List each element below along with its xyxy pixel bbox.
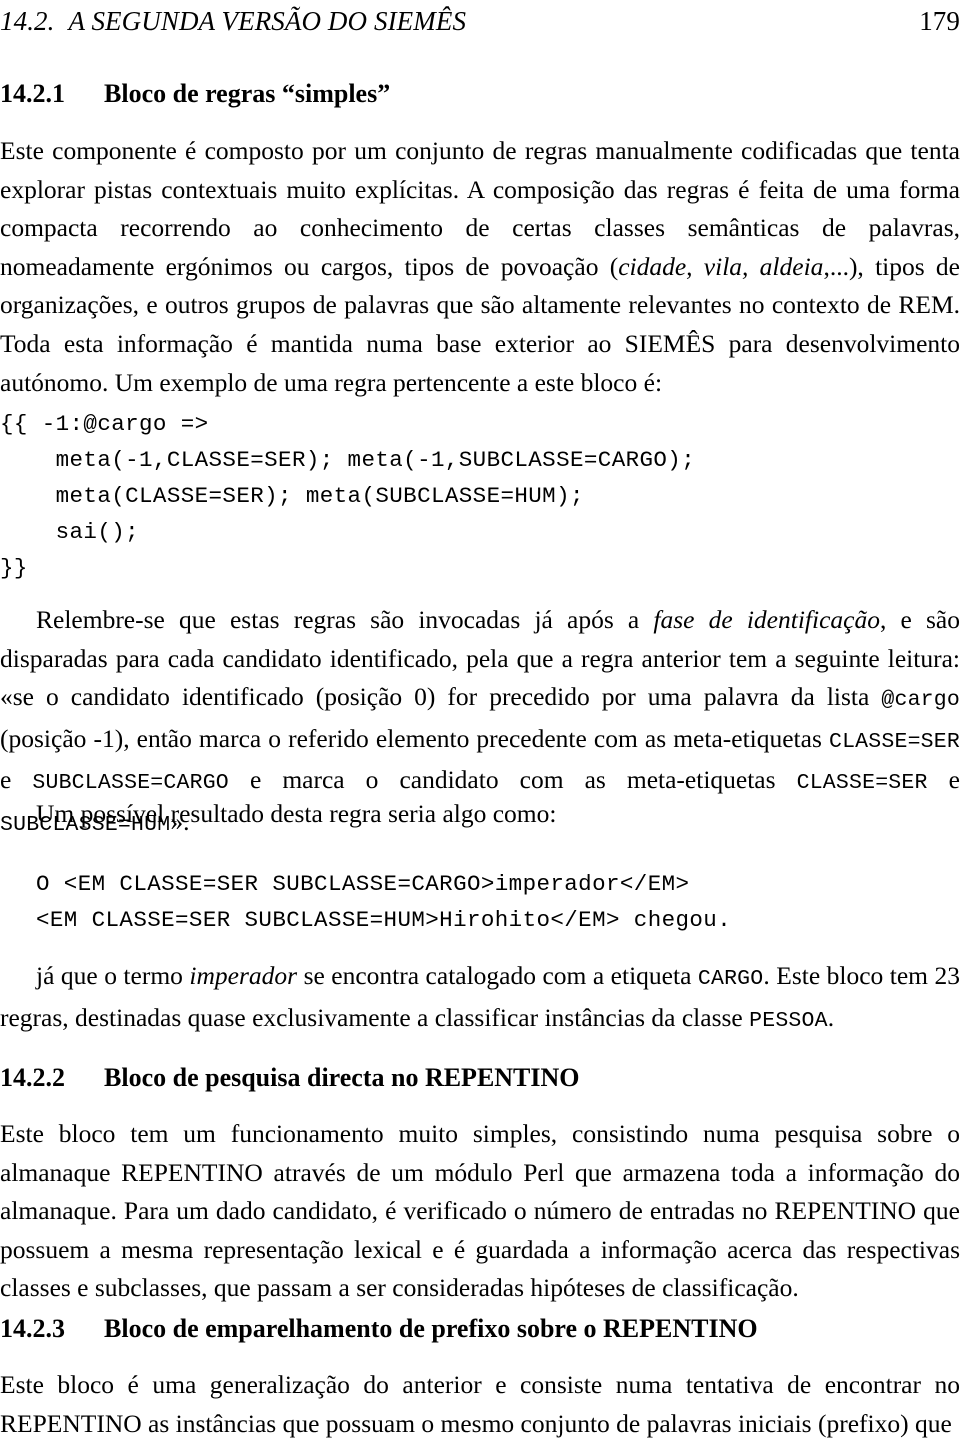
section-number-14-2-3: 14.2.3 — [0, 1314, 65, 1343]
paragraph-2-code-cargo: @cargo — [881, 688, 960, 713]
section-title-14-2-3: Bloco de emparelhamento de prefixo sobre… — [104, 1314, 758, 1343]
paragraph-2-code-subclasse-cargo: SUBCLASSE=CARGO — [32, 771, 229, 796]
paragraph-4-code-pessoa: PESSOA — [749, 1008, 828, 1033]
section-14-2-3-paragraph-1: Este bloco é uma generalização do anteri… — [0, 1370, 960, 1438]
paragraph-2-run-1: Relembre-se que estas regras são invocad… — [36, 605, 654, 634]
paragraph-1: Este componente é composto por um conjun… — [0, 132, 960, 402]
page-number: 179 — [919, 6, 960, 36]
paragraph-2-run-5: (posição -1), então marca o referido ele… — [0, 723, 829, 753]
paragraph-4-block: já que o termo imperador se encontra cat… — [0, 957, 960, 1040]
running-head-section-title: A SEGUNDA VERSÃO DO SIEMÊS — [68, 6, 467, 36]
section-heading-14-2-3: 14.2.3 Bloco de emparelhamento de prefixo… — [0, 1313, 960, 1344]
section-14-2-2-paragraph-block: Este bloco tem um funcionamento muito si… — [0, 1115, 960, 1308]
section-title-14-2-1: Bloco de regras “simples” — [104, 79, 391, 108]
paragraph-4-run-1: já que o termo — [36, 961, 190, 990]
running-head: 14.2. A SEGUNDA VERSÃO DO SIEMÊS 179 — [0, 6, 960, 40]
section-14-2-3-paragraph-block: Este bloco é uma generalização do anteri… — [0, 1366, 960, 1443]
paragraph-2-run-9: e marca o candidato com as meta-etiqueta… — [228, 765, 797, 795]
code-block-2-wrapper: O <EM CLASSE=SER SUBCLASSE=CARGO>imperad… — [0, 866, 960, 938]
paragraph-4-italic-imperador: imperador — [189, 961, 298, 990]
paragraph-2-code-classe-ser-1: CLASSE=SER — [828, 729, 960, 754]
section-title-14-2-2: Bloco de pesquisa directa no REPENTINO — [104, 1063, 580, 1092]
document-page: 14.2. A SEGUNDA VERSÃO DO SIEMÊS 179 14.2… — [0, 0, 960, 1451]
section-heading-14-2-1: 14.2.1 Bloco de regras “simples” — [0, 78, 960, 109]
code-block-1: {{ -1:@cargo => meta(-1,CLASSE=SER); met… — [0, 411, 696, 581]
paragraph-2-code-classe-ser-2: CLASSE=SER — [796, 771, 928, 796]
paragraph-1-italic-examples: cidade, vila, aldeia — [618, 251, 824, 281]
paragraph-4-code-cargo: CARGO — [697, 967, 764, 991]
paragraph-1-block: Este componente é composto por um conjun… — [0, 132, 960, 402]
section-number-14-2-1: 14.2.1 — [0, 79, 65, 108]
paragraph-3: Um possível resultado desta regra seria … — [36, 799, 557, 828]
paragraph-4-run-3: se encontra catalogado com a etiqueta — [297, 961, 698, 990]
section-14-2-2-paragraph-1: Este bloco tem um funcionamento muito si… — [0, 1119, 960, 1303]
paragraph-4-run-7: . — [827, 1002, 835, 1032]
paragraph-2-italic-phase: fase de identificação — [653, 605, 880, 634]
paragraph-3-block: Um possível resultado desta regra seria … — [0, 795, 960, 834]
paragraph-2-run-11: e — [927, 765, 960, 795]
code-block-1-wrapper: {{ -1:@cargo => meta(-1,CLASSE=SER); met… — [0, 406, 960, 586]
paragraph-2-run-7: e — [0, 765, 33, 795]
paragraph-4: já que o termo imperador se encontra cat… — [0, 957, 960, 1040]
running-head-section-number: 14.2. — [0, 6, 55, 36]
code-block-2: O <EM CLASSE=SER SUBCLASSE=CARGO>imperad… — [36, 871, 732, 933]
section-number-14-2-2: 14.2.2 — [0, 1063, 65, 1092]
section-heading-14-2-2: 14.2.2 Bloco de pesquisa directa no REPEN… — [0, 1062, 960, 1093]
running-head-title: 14.2. A SEGUNDA VERSÃO DO SIEMÊS — [0, 6, 466, 37]
